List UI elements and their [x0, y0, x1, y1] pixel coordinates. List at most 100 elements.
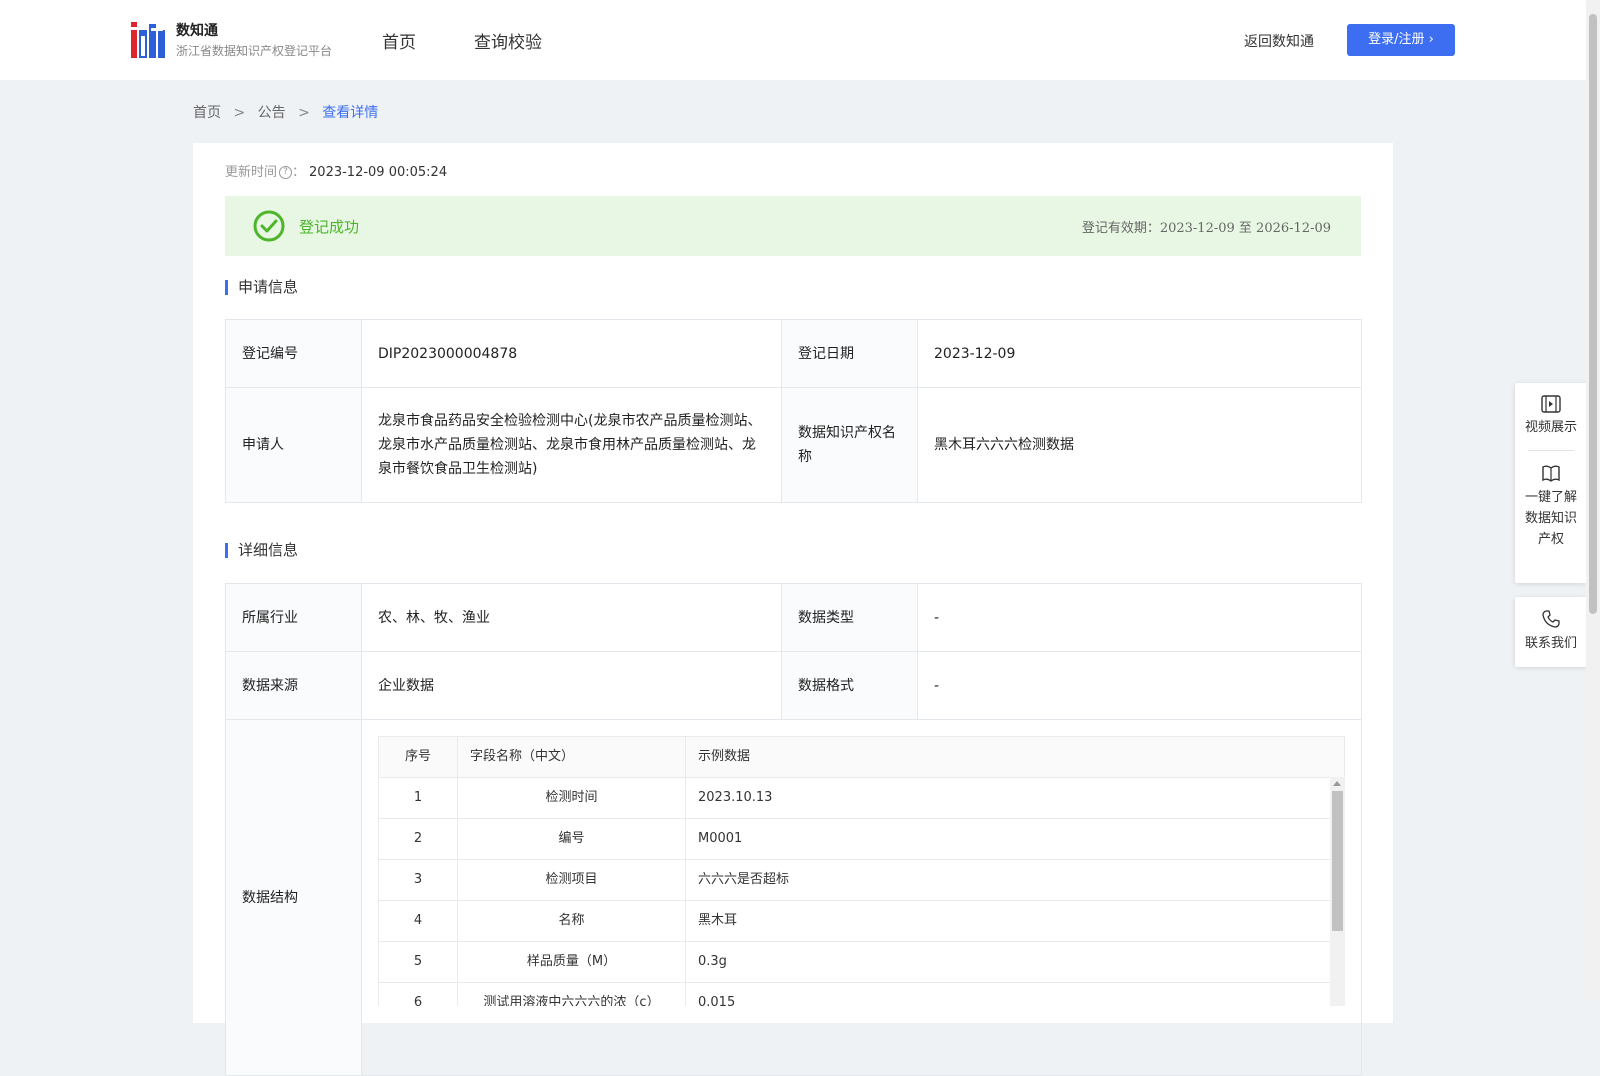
update-time-label: 更新时间	[225, 165, 278, 180]
breadcrumb-home[interactable]: 首页	[193, 105, 221, 121]
col-header-sample: 示例数据	[685, 736, 1345, 778]
scrollbar-thumb[interactable]	[1332, 791, 1343, 931]
cell-index: 1	[378, 777, 458, 819]
table-row: 2 编号 M0001	[378, 818, 1345, 860]
industry-label: 所属行业	[225, 583, 362, 652]
brand-name: 数知通	[176, 23, 218, 39]
brand-logo-icon[interactable]	[131, 22, 165, 58]
breadcrumb-current: 查看详情	[322, 105, 379, 121]
login-register-button[interactable]: 登录/注册 ›	[1347, 24, 1455, 56]
breadcrumb: 首页 > 公告 > 查看详情	[193, 102, 378, 122]
applicant-value: 龙泉市食品药品安全检验检测中心(龙泉市农产品质量检测站、龙泉市水产品质量检测站、…	[361, 387, 782, 503]
section-title-apply: 申请信息	[225, 280, 298, 295]
apply-info-table: 登记编号 DIP2023000004878 登记日期 2023-12-09 申请…	[225, 319, 1362, 503]
side-panel-top: 视频展示 一键了解数据知识产权	[1515, 383, 1587, 583]
section-title-detail: 详细信息	[225, 543, 298, 558]
breadcrumb-separator: >	[233, 105, 246, 121]
cell-sample: M0001	[685, 818, 1345, 860]
cell-index: 2	[378, 818, 458, 860]
table-header-row: 序号 字段名称（中文） 示例数据	[378, 736, 1345, 778]
structure-table: 序号 字段名称（中文） 示例数据 1 检测时间 2023.10.13 2 编号 …	[378, 736, 1345, 1006]
applicant-label: 申请人	[225, 387, 362, 503]
video-icon	[1541, 395, 1561, 413]
ip-name-label: 数据知识产权名称	[781, 387, 918, 503]
nav-home[interactable]: 首页	[382, 28, 416, 53]
brand-subtitle: 浙江省数据知识产权登记平台	[176, 44, 333, 58]
table-row: 4 名称 黑木耳	[378, 900, 1345, 942]
cell-sample: 2023.10.13	[685, 777, 1345, 819]
status-banner: 登记成功 登记有效期：2023-12-09 至 2026-12-09	[225, 196, 1361, 256]
cell-sample: 黑木耳	[685, 900, 1345, 942]
chevron-right-icon: ›	[1428, 32, 1434, 47]
structure-cell: 序号 字段名称（中文） 示例数据 1 检测时间 2023.10.13 2 编号 …	[361, 719, 1362, 1076]
learn-data-ip-button[interactable]: 一键了解数据知识产权	[1515, 451, 1587, 562]
cell-field-name: 检测时间	[457, 777, 686, 819]
page-scrollbar-thumb[interactable]	[1589, 14, 1597, 614]
cell-sample: 0.015	[685, 982, 1345, 1006]
login-register-label: 登录/注册	[1368, 32, 1425, 47]
video-showcase-button[interactable]: 视频展示	[1515, 383, 1587, 450]
top-header: 数知通 浙江省数据知识产权登记平台 首页 查询校验 返回数知通 登录/注册 ›	[0, 0, 1586, 80]
format-label: 数据格式	[781, 651, 918, 720]
data-type-value: -	[917, 583, 1362, 652]
cell-sample: 六六六是否超标	[685, 859, 1345, 901]
nav-query-verify[interactable]: 查询校验	[474, 28, 542, 53]
table-row: 3 检测项目 六六六是否超标	[378, 859, 1345, 901]
book-icon	[1542, 465, 1560, 482]
detail-card: 更新时间?： 2023-12-09 00:05:24 登记成功 登记有效期：202…	[193, 143, 1393, 1076]
table-row: 数据结构 序号 字段名称（中文） 示例数据 1 检测时间 2023.10.13 …	[225, 719, 1362, 1076]
data-type-label: 数据类型	[781, 583, 918, 652]
scroll-up-arrow-icon[interactable]	[1333, 781, 1341, 786]
cell-field-name: 样品质量（M）	[457, 941, 686, 983]
status-text: 登记成功	[299, 218, 360, 236]
cell-field-name: 编号	[457, 818, 686, 860]
cell-index: 6	[378, 982, 458, 1006]
cell-index: 3	[378, 859, 458, 901]
structure-label: 数据结构	[225, 719, 362, 1076]
format-value: -	[917, 651, 1362, 720]
learn-data-ip-label: 一键了解数据知识产权	[1524, 490, 1577, 547]
reg-no-value: DIP2023000004878	[361, 319, 782, 388]
col-header-field-name: 字段名称（中文）	[457, 736, 686, 778]
table-row: 申请人 龙泉市食品药品安全检验检测中心(龙泉市农产品质量检测站、龙泉市水产品质量…	[225, 387, 1362, 503]
reg-no-label: 登记编号	[225, 319, 362, 388]
contact-us-button[interactable]: 联系我们	[1515, 597, 1587, 666]
cell-field-name: 名称	[457, 900, 686, 942]
phone-icon	[1542, 610, 1560, 628]
side-panel-contact: 联系我们	[1515, 597, 1587, 667]
table-row: 6 测试用溶液中六六六的浓（c） 0.015	[378, 982, 1345, 1006]
contact-us-label: 联系我们	[1524, 636, 1577, 651]
update-time-row: 更新时间?： 2023-12-09 00:05:24	[225, 161, 447, 180]
validity-period: 登记有效期：2023-12-09 至 2026-12-09	[1082, 217, 1331, 236]
table-row: 1 检测时间 2023.10.13	[378, 777, 1345, 819]
colon: ：	[292, 165, 306, 180]
breadcrumb-separator: >	[298, 105, 310, 121]
industry-value: 农、林、牧、渔业	[361, 583, 782, 652]
table-row: 所属行业 农、林、牧、渔业 数据类型 -	[225, 583, 1362, 652]
video-showcase-label: 视频展示	[1524, 420, 1577, 435]
validity-dates: 2023-12-09 至 2026-12-09	[1159, 221, 1331, 236]
cell-field-name: 检测项目	[457, 859, 686, 901]
table-row: 登记编号 DIP2023000004878 登记日期 2023-12-09	[225, 319, 1362, 388]
structure-table-scrollbar[interactable]	[1330, 777, 1345, 1006]
reg-date-label: 登记日期	[781, 319, 918, 388]
cell-sample: 0.3g	[685, 941, 1345, 983]
page-scrollbar[interactable]	[1586, 0, 1600, 1000]
detail-info-table: 所属行业 农、林、牧、渔业 数据类型 - 数据来源 企业数据 数据格式 - 数据…	[225, 583, 1362, 1076]
breadcrumb-notice[interactable]: 公告	[258, 105, 286, 121]
structure-table-scroll[interactable]: 序号 字段名称（中文） 示例数据 1 检测时间 2023.10.13 2 编号 …	[378, 736, 1345, 1006]
update-time-value: 2023-12-09 00:05:24	[309, 165, 448, 180]
validity-label: 登记有效期：	[1081, 221, 1160, 236]
cell-field-name: 测试用溶液中六六六的浓（c）	[457, 982, 686, 1006]
cell-index: 4	[378, 900, 458, 942]
table-row: 数据来源 企业数据 数据格式 -	[225, 651, 1362, 720]
reg-date-value: 2023-12-09	[917, 319, 1362, 388]
col-header-index: 序号	[378, 736, 458, 778]
back-to-shuzhitong-link[interactable]: 返回数知通	[1244, 31, 1314, 51]
source-label: 数据来源	[225, 651, 362, 720]
source-value: 企业数据	[361, 651, 782, 720]
cell-index: 5	[378, 941, 458, 983]
question-icon[interactable]: ?	[279, 166, 293, 179]
ip-name-value: 黑木耳六六六检测数据	[917, 387, 1362, 503]
check-circle-icon	[253, 210, 285, 242]
